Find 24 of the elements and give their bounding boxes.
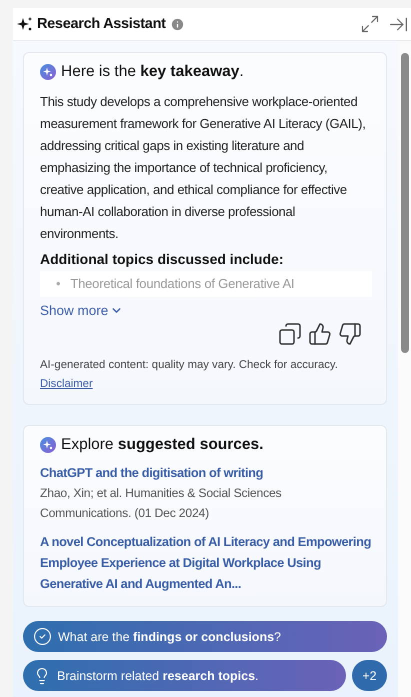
scrollbar[interactable] [398, 41, 411, 697]
show-more-link[interactable]: Show more [40, 303, 124, 318]
source-meta: Zhao, Xin; et al. Humanities & Social Sciences Communications. (01 Dec 2024) [40, 485, 282, 522]
panel-title: Research Assistant [37, 16, 166, 32]
thumbs-up-button[interactable] [308, 322, 332, 346]
source-title-link[interactable]: ChatGPT and the digitisation of writing [40, 462, 372, 483]
card-heading: Here is the key takeaway. [61, 63, 244, 81]
ai-sparkle-icon [40, 437, 56, 453]
summary-text: This study develops a comprehensive workplace-oriented measurement framework for Generative AI Literacy (GAIL), addressing critical gaps in existing literature and emphasizing the importance of technical proficiency, creative application, and ethical compliance for effective human-AI collaboration in diverse professional environments. [40, 93, 367, 243]
check-circle-icon [33, 627, 52, 646]
ai-sparkle-icon [40, 64, 56, 80]
info-icon[interactable] [170, 16, 185, 32]
sparkle-icon [17, 16, 33, 32]
more-prompts-button[interactable]: +2 [352, 660, 387, 691]
disclaimer-link[interactable]: Disclaimer [40, 378, 93, 390]
topics-heading: Additional topics discussed include: [40, 251, 284, 267]
source-title-link[interactable]: A novel Conceptualization of AI Literacy and Empowering Employee Experience at Digital Workplace Using Generative AI and Augmented An... [40, 531, 372, 594]
faded-topic-list: • Theoretical foundations of Generative AI [40, 271, 372, 297]
suggested-prompt-button[interactable]: Brainstorm related research topics. [23, 660, 346, 691]
disclaimer-note: AI-generated content: quality may vary. Check for accuracy. [40, 358, 339, 373]
copy-button[interactable] [278, 322, 302, 346]
card-heading: Explore suggested sources. [61, 436, 264, 454]
thumbs-down-button[interactable] [338, 322, 362, 346]
suggested-prompt-button[interactable]: What are the findings or conclusions? [23, 621, 387, 652]
